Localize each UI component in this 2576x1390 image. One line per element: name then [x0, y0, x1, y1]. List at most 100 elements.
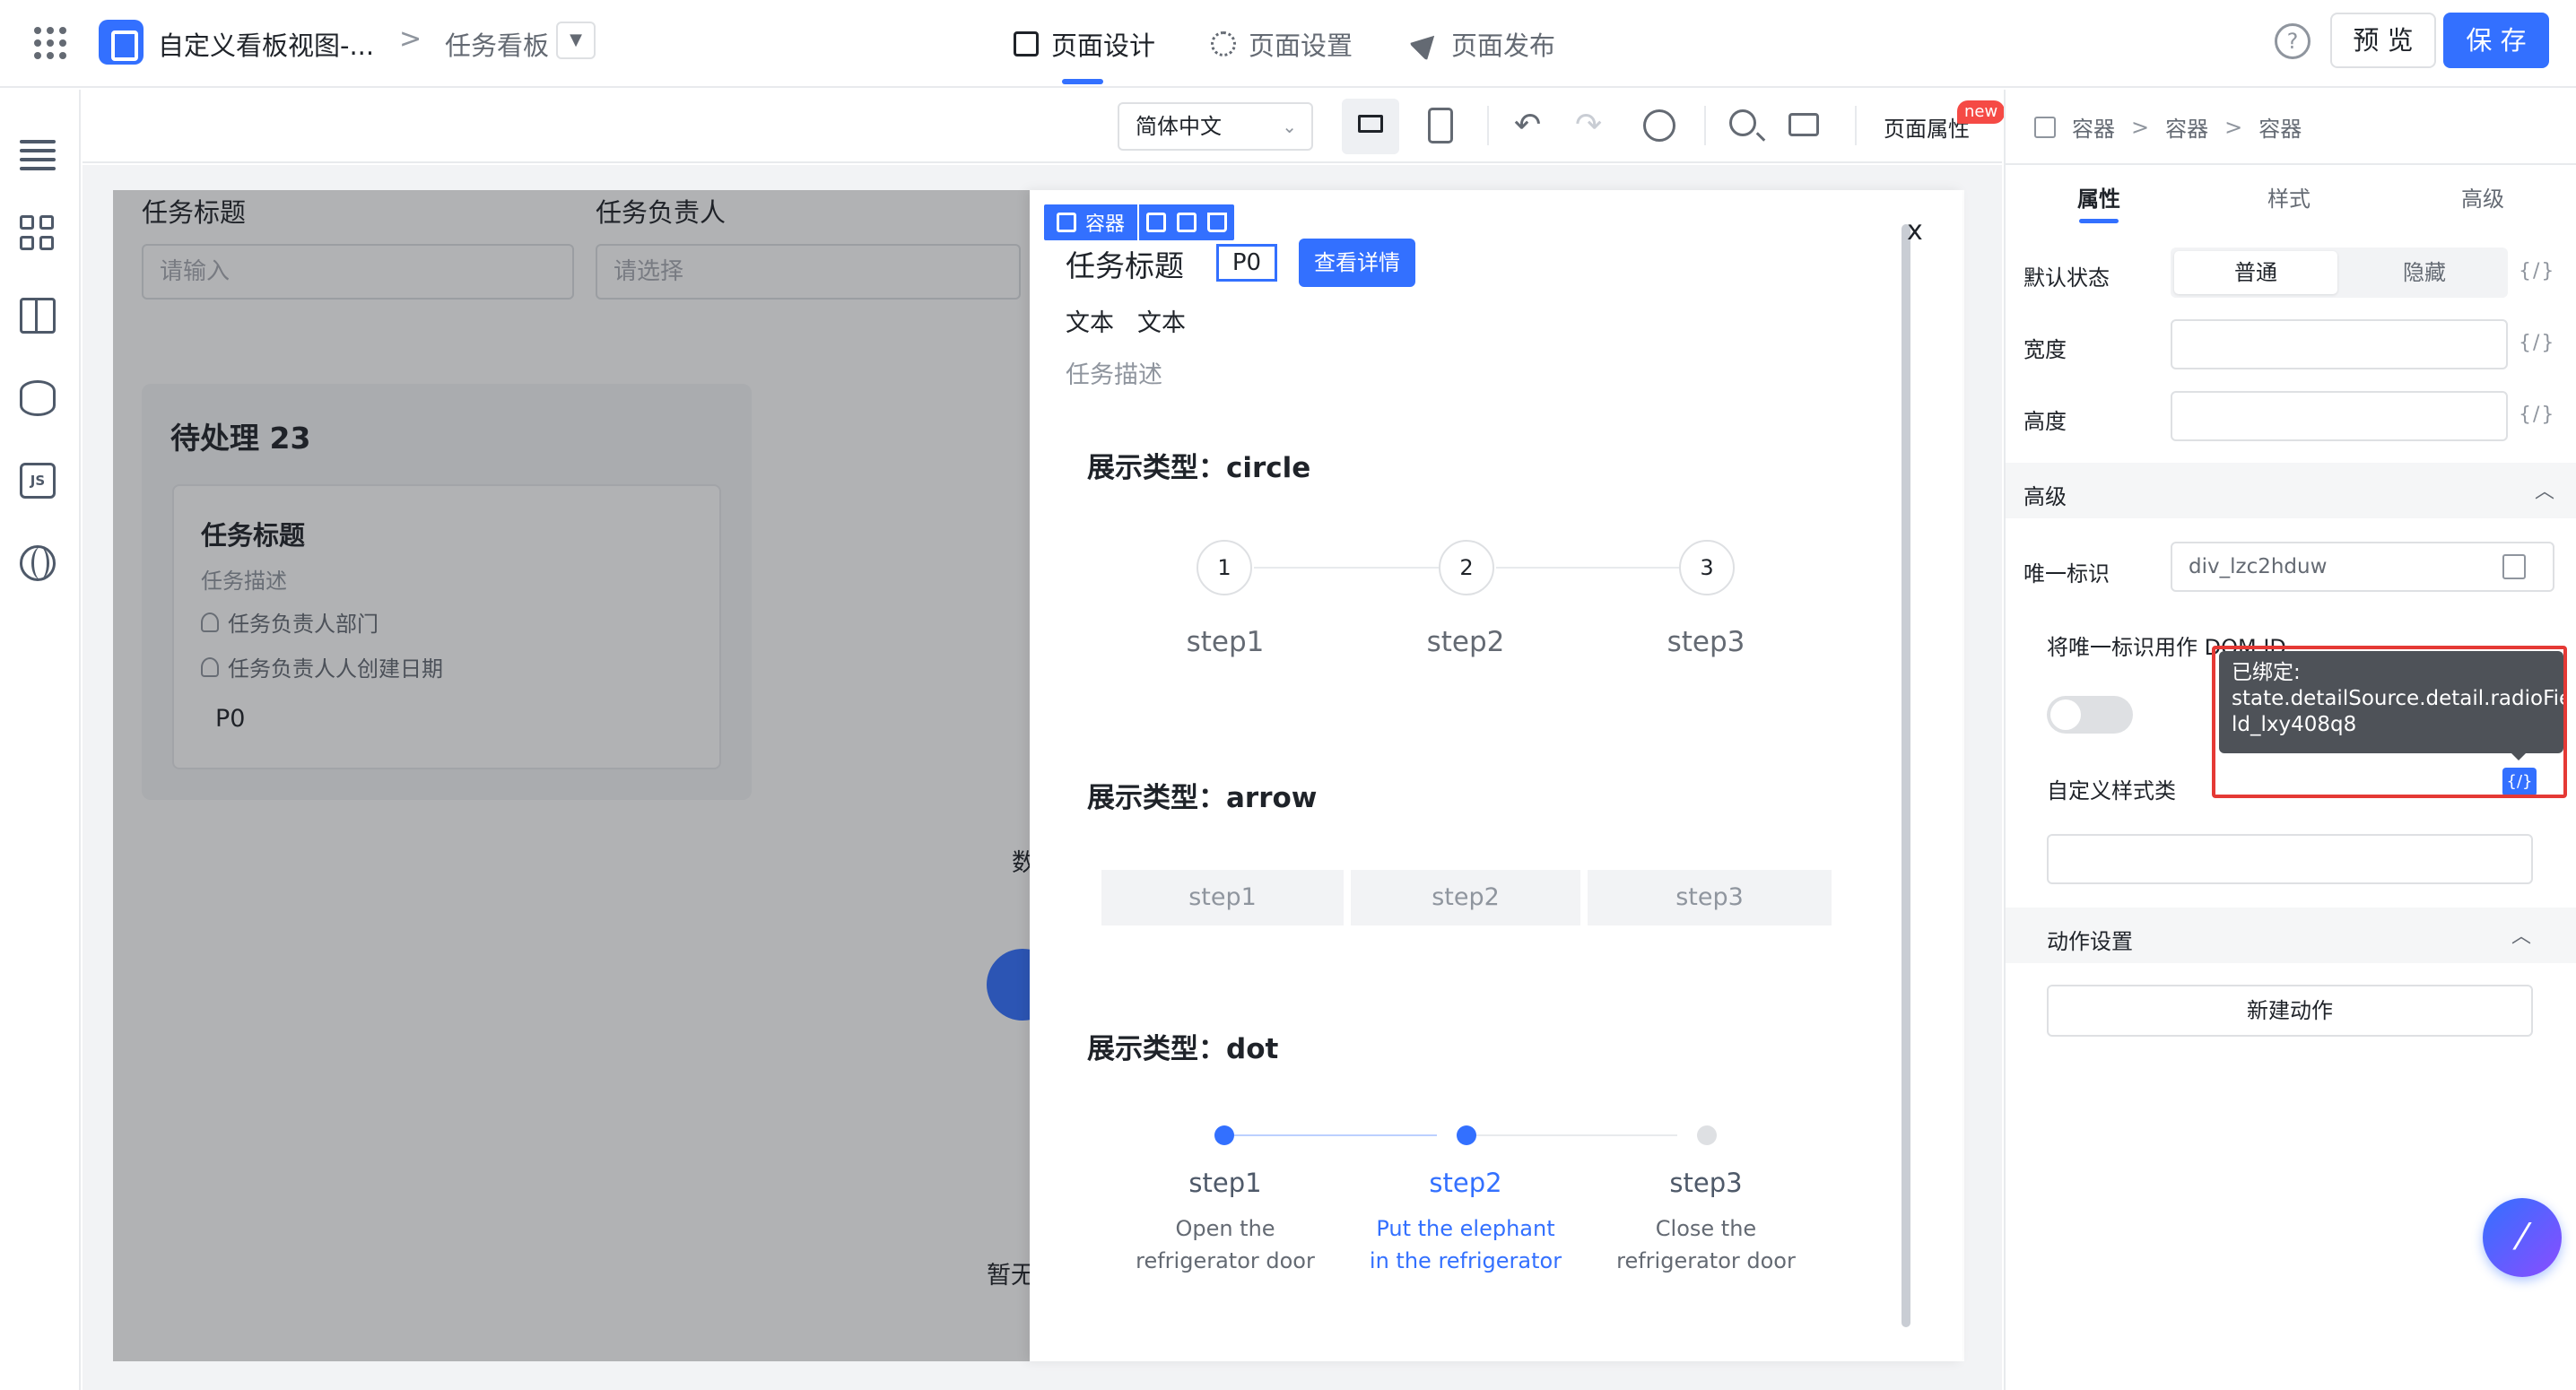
- arrow-step-3[interactable]: step3: [1588, 870, 1832, 925]
- layout-panel-icon[interactable]: [20, 298, 56, 334]
- step-circle-2[interactable]: 2: [1439, 540, 1494, 595]
- tab-page-settings[interactable]: 页面设置: [1211, 25, 1353, 63]
- breadcrumb-board[interactable]: 任务看板: [445, 25, 549, 63]
- app-title[interactable]: 自定义看板视图-...: [158, 25, 374, 63]
- close-icon[interactable]: x: [1907, 215, 1923, 247]
- container-icon: [2034, 116, 2056, 138]
- custom-class-label: 自定义样式类: [2047, 778, 2176, 804]
- drawer-task-desc: 任务描述: [1066, 361, 1162, 389]
- chevron-right-icon: >: [2224, 114, 2243, 140]
- toolbar-divider: [1487, 106, 1489, 145]
- drawer-text-2: 文本: [1137, 309, 1186, 337]
- divider: [2004, 163, 2576, 165]
- bind-variable-icon[interactable]: {/}: [2519, 404, 2555, 426]
- copy-icon[interactable]: [1177, 213, 1197, 232]
- dot-step-2[interactable]: [1457, 1125, 1476, 1145]
- mobile-view-button[interactable]: [1428, 108, 1453, 143]
- desktop-view-button[interactable]: [1342, 99, 1399, 154]
- step-connector: [1254, 567, 1440, 569]
- chevron-up-icon[interactable]: ︿: [2535, 475, 2554, 504]
- width-input[interactable]: [2171, 319, 2508, 369]
- undo-icon[interactable]: ↶: [1514, 106, 1541, 145]
- redo-icon[interactable]: ↷: [1575, 106, 1602, 145]
- steps-circle-heading: 展示类型：circle: [1087, 452, 1311, 484]
- breadcrumb-item[interactable]: 容器: [2165, 111, 2208, 143]
- tab-style[interactable]: 样式: [2267, 181, 2311, 213]
- history-clock-icon[interactable]: [1643, 109, 1675, 142]
- dot-step-1[interactable]: [1214, 1125, 1234, 1145]
- chevron-right-icon: >: [2131, 114, 2150, 140]
- state-hidden-option[interactable]: 隐藏: [2343, 251, 2506, 294]
- state-normal-option[interactable]: 普通: [2174, 251, 2337, 294]
- components-icon[interactable]: [20, 215, 56, 251]
- help-icon[interactable]: ?: [2275, 23, 2311, 59]
- gear-icon: [1211, 31, 1236, 56]
- apps-grid-icon[interactable]: [34, 27, 66, 59]
- app-logo-icon: [99, 20, 144, 65]
- arrow-step-2[interactable]: step2: [1351, 870, 1580, 925]
- add-child-icon[interactable]: [1146, 213, 1167, 232]
- tab-page-design[interactable]: 页面设计: [1014, 25, 1155, 63]
- active-tab-underline: [2079, 219, 2119, 223]
- step-circle-label-2: step2: [1426, 626, 1505, 658]
- copy-icon[interactable]: [2502, 554, 2526, 579]
- dot-step-title-1: step1: [1188, 1168, 1262, 1198]
- delete-icon[interactable]: [1207, 213, 1228, 232]
- breadcrumb-separator: >: [399, 23, 422, 55]
- custom-class-input[interactable]: [2047, 834, 2533, 884]
- save-button[interactable]: 保 存: [2443, 13, 2549, 68]
- container-icon: [1057, 213, 1076, 232]
- advanced-section-title: 高级: [2023, 484, 2067, 509]
- selection-toolbar: 容器: [1044, 204, 1235, 240]
- dot-step-3[interactable]: [1697, 1125, 1717, 1145]
- action-section-title: 动作设置: [2047, 929, 2133, 954]
- active-tab-underline: [1062, 79, 1103, 84]
- tab-properties[interactable]: 属性: [2077, 181, 2120, 213]
- drawer-overlay-mask[interactable]: [113, 190, 1030, 1361]
- step-circle-3[interactable]: 3: [1679, 540, 1735, 595]
- ai-assistant-wand-icon[interactable]: ⁄: [2483, 1198, 2562, 1277]
- dot-step-desc-3: Close the refrigerator door: [1580, 1212, 1832, 1277]
- tab-page-design-label: 页面设计: [1051, 30, 1156, 61]
- outline-tree-icon[interactable]: [20, 135, 56, 170]
- board-dropdown-chevron-icon[interactable]: ▼: [556, 22, 596, 59]
- tab-page-publish[interactable]: 页面发布: [1408, 25, 1556, 63]
- dot-step-title-3: step3: [1669, 1168, 1743, 1198]
- dot-step-desc-3-line2: refrigerator door: [1616, 1248, 1796, 1273]
- selection-container-tag[interactable]: 容器: [1044, 204, 1140, 240]
- component-breadcrumb: 容器 > 容器 > 容器: [2034, 111, 2302, 143]
- bind-variable-icon[interactable]: {/}: [2519, 260, 2555, 282]
- keyboard-icon[interactable]: [1788, 113, 1819, 136]
- new-action-button[interactable]: 新建动作: [2047, 985, 2533, 1037]
- datasource-icon[interactable]: [20, 380, 56, 416]
- dot-connector-done: [1234, 1134, 1437, 1136]
- language-select[interactable]: 简体中文 ⌄: [1118, 102, 1313, 151]
- advanced-section-header[interactable]: [2006, 463, 2576, 518]
- search-icon[interactable]: [1729, 109, 1756, 136]
- tab-page-publish-label: 页面发布: [1451, 30, 1556, 61]
- height-input[interactable]: [2171, 391, 2508, 441]
- breadcrumb-item[interactable]: 容器: [2072, 111, 2115, 143]
- globe-icon[interactable]: [20, 545, 56, 581]
- view-detail-button[interactable]: 查看详情: [1299, 239, 1415, 287]
- preview-button[interactable]: 预 览: [2330, 13, 2436, 68]
- uid-input[interactable]: div_lzc2hduw: [2171, 542, 2554, 592]
- arrow-step-1[interactable]: step1: [1101, 870, 1344, 925]
- drawer-text-1: 文本: [1066, 309, 1114, 337]
- breadcrumb-item[interactable]: 容器: [2258, 111, 2302, 143]
- drawer-priority-tag[interactable]: P0: [1216, 244, 1277, 282]
- drawer-scrollbar[interactable]: [1902, 224, 1910, 1327]
- dot-step-desc-2: Put the elephant in the refrigerator: [1340, 1212, 1591, 1277]
- tab-advanced[interactable]: 高级: [2461, 181, 2504, 213]
- chevron-up-icon[interactable]: ︿: [2511, 920, 2531, 949]
- dot-connector-pending: [1476, 1134, 1677, 1136]
- dom-id-toggle[interactable]: [2047, 696, 2133, 734]
- height-label: 高度: [2023, 409, 2067, 434]
- layout-icon: [1014, 31, 1039, 56]
- bind-variable-icon[interactable]: {/}: [2519, 332, 2555, 354]
- js-code-icon[interactable]: JS: [20, 463, 56, 499]
- step-circle-1[interactable]: 1: [1197, 540, 1252, 595]
- toolbar-divider: [1855, 106, 1857, 145]
- step-circle-label-1: step1: [1186, 626, 1265, 658]
- width-label: 宽度: [2023, 337, 2067, 362]
